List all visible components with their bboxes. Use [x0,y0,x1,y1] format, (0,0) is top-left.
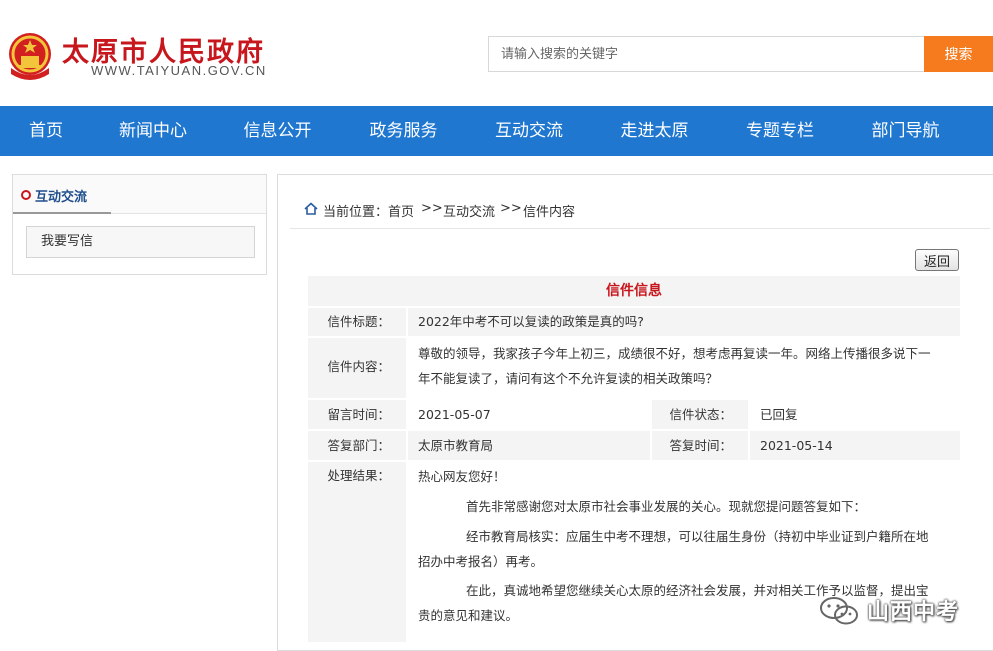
sidebar: 互动交流 我要写信 [12,174,267,275]
status-label: 信件状态： [652,400,748,429]
content-value: 尊敬的领导，我家孩子今年上初三，成绩很不好，想考虑再复读一年。网络上传播很多说下… [408,338,960,398]
table-row: 留言时间： 2021-05-07 信件状态： 已回复 [308,398,960,429]
result-paragraph: 招办中考报名）再考。 [418,554,544,569]
back-button[interactable]: 返回 [915,249,959,271]
nav-item-interaction[interactable]: 互动交流 [466,106,592,156]
nav-item-info-disclosure[interactable]: 信息公开 [214,106,341,156]
breadcrumb-separator: >> [500,201,522,216]
dept-value: 太原市教育局 [408,431,650,460]
nav-item-about-taiyuan[interactable]: 走进太原 [592,106,717,156]
site-header: 太原市人民政府 WWW.TAIYUAN.GOV.CN 搜索 [0,0,993,106]
watermark-text: 山西中考 [867,600,960,625]
circle-bullet-icon [21,190,31,200]
result-paragraph: 经市教育局核实：应届生中考不理想，可以往届生身份（持初中毕业证到户籍所在地 [466,529,929,544]
result-paragraph: 贵的意见和建议。 [418,608,519,623]
result-label: 处理结果： [308,462,406,642]
status-value: 已回复 [750,400,960,429]
letter-section-title: 信件信息 [308,276,960,306]
national-emblem-icon [9,33,51,80]
content-line: 尊敬的领导，我家孩子今年上初三，成绩很不好，想考虑再复读一年。网络上传播很多说下… [418,346,931,361]
title-label: 信件标题： [308,308,406,336]
home-icon [304,202,318,215]
wechat-icon [820,597,858,625]
main-nav: 首页 新闻中心 信息公开 政务服务 互动交流 走进太原 专题专栏 部门导航 [0,106,993,156]
nav-item-home[interactable]: 首页 [0,106,92,156]
table-row: 信件内容： 尊敬的领导，我家孩子今年上初三，成绩很不好，想考虑再复读一年。网络上… [308,336,960,398]
content-line: 年不能复读了，请问有这个不允许复读的相关政策吗？ [418,371,719,386]
letter-detail-table: 信件信息 信件标题： 2022年中考不可以复读的政策是真的吗? 信件内容： 尊敬… [308,276,960,642]
nav-item-departments[interactable]: 部门导航 [843,106,968,156]
nav-item-special-topics[interactable]: 专题专栏 [717,106,843,156]
sidebar-header: 互动交流 [13,175,266,214]
search-input[interactable] [488,36,924,72]
result-greeting: 热心网友您好！ [418,469,506,484]
breadcrumb: 当前位置： 首页 >> 互动交流 >> 信件内容 [290,189,990,229]
breadcrumb-prefix: 当前位置： [323,205,389,220]
site-url: WWW.TAIYUAN.GOV.CN [91,63,267,78]
reply-time-value: 2021-05-14 [750,431,960,460]
table-row: 信件标题： 2022年中考不可以复读的政策是真的吗? [308,306,960,336]
wechat-watermark: 山西中考 [815,590,975,630]
time-value: 2021-05-07 [408,400,650,429]
table-row: 答复部门： 太原市教育局 答复时间： 2021-05-14 [308,429,960,460]
sidebar-item-write-letter[interactable]: 我要写信 [26,226,255,258]
breadcrumb-interaction[interactable]: 互动交流 [443,201,495,220]
main-panel: 当前位置： 首页 >> 互动交流 >> 信件内容 返回 信件信息 信件标题： 2… [277,174,993,651]
dept-label: 答复部门： [308,431,406,460]
sidebar-title-underline [13,212,111,214]
time-label: 留言时间： [308,400,406,429]
result-paragraph: 首先非常感谢您对太原市社会事业发展的关心。现就您提问题答复如下： [466,499,867,514]
breadcrumb-separator: >> [421,201,443,216]
nav-item-gov-services[interactable]: 政务服务 [341,106,466,156]
breadcrumb-current: 信件内容 [523,205,576,220]
search-button[interactable]: 搜索 [924,36,993,72]
nav-item-news[interactable]: 新闻中心 [92,106,214,156]
content-label: 信件内容： [308,338,406,398]
sidebar-title: 互动交流 [35,190,88,205]
title-value: 2022年中考不可以复读的政策是真的吗? [408,308,960,336]
breadcrumb-home[interactable]: 首页 [388,201,414,220]
reply-time-label: 答复时间： [652,431,748,460]
